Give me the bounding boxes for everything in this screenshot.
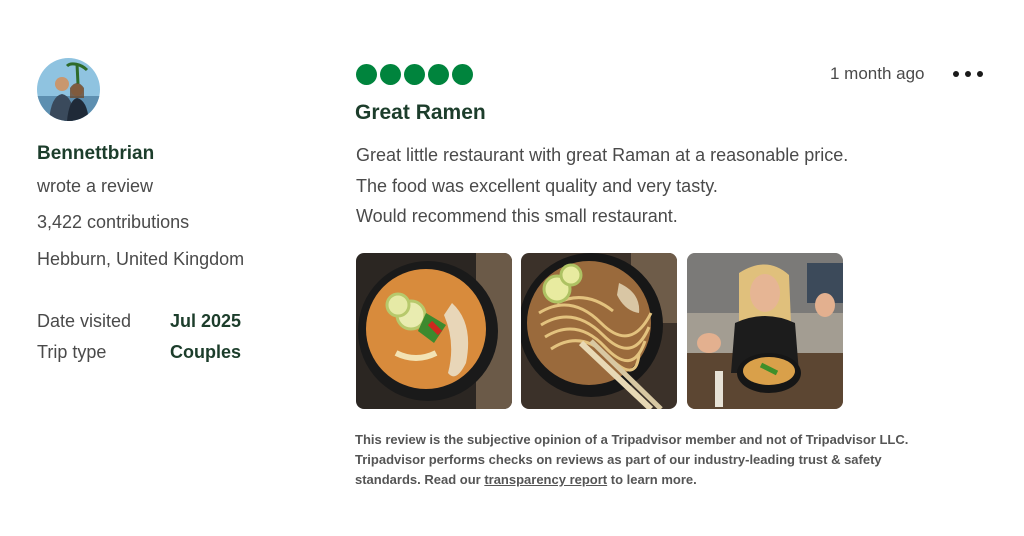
review-photo-diner[interactable] [687, 253, 843, 409]
review-time: 1 month ago [830, 64, 925, 83]
disclaimer-line: standards. Read our transparency report … [355, 470, 995, 490]
review-disclaimer: This review is the subjective opinion of… [355, 430, 995, 490]
reviewer-location: Hebburn, United Kingdom [37, 249, 245, 269]
disclaimer-line: This review is the subjective opinion of… [355, 432, 909, 447]
rating-bubble-icon [428, 64, 449, 85]
review-title[interactable]: Great Ramen [355, 101, 486, 125]
review-text-line: Great little restaurant with great Raman… [356, 145, 849, 165]
contributions-count: 3,422 contributions [37, 212, 190, 232]
rating-bubbles [356, 64, 473, 85]
rating-bubble-icon [356, 64, 377, 85]
transparency-report-link[interactable]: transparency report [484, 472, 607, 487]
trip-type-value: Couples [170, 342, 242, 362]
more-options-icon[interactable] [953, 66, 983, 82]
review-text-line: The food was excellent quality and very … [356, 176, 718, 196]
review-photo-ramen-bowl[interactable] [356, 253, 512, 409]
review-text-line: Would recommend this small restaurant. [356, 206, 678, 226]
avatar[interactable] [37, 58, 100, 121]
disclaimer-line: Tripadvisor performs checks on reviews a… [355, 452, 882, 467]
date-visited-value: Jul 2025 [170, 311, 242, 331]
trip-type-label: Trip type [37, 342, 107, 362]
rating-bubble-icon [380, 64, 401, 85]
rating-bubble-icon [452, 64, 473, 85]
disclaimer-text: standards. Read our [355, 472, 485, 487]
date-visited-label: Date visited [37, 311, 132, 331]
rating-bubble-icon [404, 64, 425, 85]
review-action: wrote a review [37, 176, 154, 196]
review-photo-noodles[interactable] [521, 253, 677, 409]
reviewer-name[interactable]: Bennettbrian [37, 143, 154, 165]
avatar-image [37, 58, 100, 121]
disclaimer-text: to learn more. [607, 472, 697, 487]
